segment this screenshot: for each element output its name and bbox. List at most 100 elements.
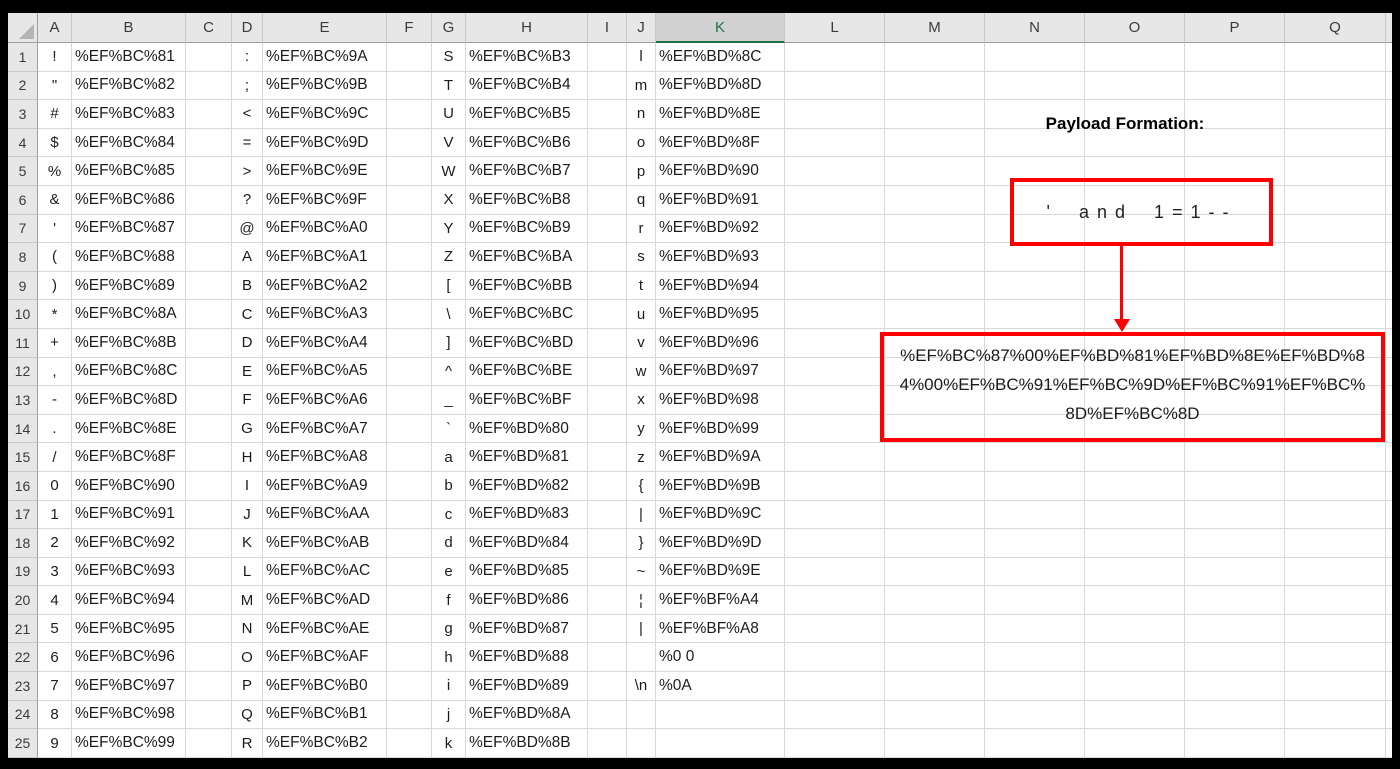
col-header-O[interactable]: O [1085,13,1185,43]
cell-J21[interactable]: | [627,614,656,644]
cell-D24[interactable]: Q [232,700,263,730]
cell-O24[interactable] [1085,700,1185,730]
cell-M25[interactable] [885,729,985,758]
cell-F16[interactable] [387,471,432,501]
cell-I15[interactable] [588,443,627,472]
cell-Q6[interactable] [1285,185,1386,215]
cell-Q17[interactable] [1285,500,1386,530]
cell-D9[interactable]: B [232,271,263,301]
cell-O1[interactable] [1085,43,1185,72]
cell-L16[interactable] [785,471,885,501]
cell-B24[interactable]: %EF%BC%98 [72,700,186,730]
cell-N18[interactable] [985,529,1085,558]
cell-H8[interactable]: %EF%BC%BA [466,243,588,272]
cell-N16[interactable] [985,471,1085,501]
cell-C11[interactable] [186,328,232,358]
row-header-11[interactable]: 11 [8,328,38,358]
cell-A22[interactable]: 6 [38,643,72,673]
cell-F5[interactable] [387,157,432,186]
cell-P23[interactable] [1185,672,1285,701]
row-header-15[interactable]: 15 [8,443,38,472]
col-header-N[interactable]: N [985,13,1085,43]
cell-C4[interactable] [186,128,232,158]
cell-F17[interactable] [387,500,432,530]
cell-P8[interactable] [1185,243,1285,272]
cell-B14[interactable]: %EF%BC%8E [72,414,186,444]
cell-J5[interactable]: p [627,157,656,186]
col-header-Q[interactable]: Q [1285,13,1386,43]
cell-P2[interactable] [1185,71,1285,101]
cell-G19[interactable]: e [432,557,466,587]
col-header-J[interactable]: J [627,13,656,43]
cell-G25[interactable]: k [432,729,466,758]
cell-H7[interactable]: %EF%BC%B9 [466,214,588,244]
cell-L12[interactable] [785,357,885,387]
cell-L15[interactable] [785,443,885,472]
cell-C18[interactable] [186,529,232,558]
cell-C8[interactable] [186,243,232,272]
cell-G14[interactable]: ` [432,414,466,444]
cell-L21[interactable] [785,614,885,644]
cell-A24[interactable]: 8 [38,700,72,730]
cell-D15[interactable]: H [232,443,263,472]
cell-O9[interactable] [1085,271,1185,301]
cell-L5[interactable] [785,157,885,186]
cell-A13[interactable]: - [38,386,72,415]
cell-O20[interactable] [1085,586,1185,615]
cell-J12[interactable]: w [627,357,656,387]
cell-J1[interactable]: l [627,43,656,72]
cell-J13[interactable]: x [627,386,656,415]
cell-G7[interactable]: Y [432,214,466,244]
cell-Q10[interactable] [1285,300,1386,329]
cell-B12[interactable]: %EF%BC%8C [72,357,186,387]
cell-Q8[interactable] [1285,243,1386,272]
cell-F10[interactable] [387,300,432,329]
cell-P24[interactable] [1185,700,1285,730]
cell-I17[interactable] [588,500,627,530]
row-header-2[interactable]: 2 [8,71,38,101]
cell-I8[interactable] [588,243,627,272]
cell-N23[interactable] [985,672,1085,701]
cell-A16[interactable]: 0 [38,471,72,501]
cell-G3[interactable]: U [432,100,466,129]
cell-B25[interactable]: %EF%BC%99 [72,729,186,758]
cell-E10[interactable]: %EF%BC%A3 [263,300,387,329]
cell-I12[interactable] [588,357,627,387]
cell-O16[interactable] [1085,471,1185,501]
cell-I25[interactable] [588,729,627,758]
row-header-13[interactable]: 13 [8,386,38,415]
cell-H13[interactable]: %EF%BC%BF [466,386,588,415]
cell-M18[interactable] [885,529,985,558]
cell-C3[interactable] [186,100,232,129]
cell-K6[interactable]: %EF%BD%91 [656,185,785,215]
cell-K7[interactable]: %EF%BD%92 [656,214,785,244]
cell-O21[interactable] [1085,614,1185,644]
cell-C7[interactable] [186,214,232,244]
cell-P22[interactable] [1185,643,1285,673]
cell-G9[interactable]: [ [432,271,466,301]
cell-H2[interactable]: %EF%BC%B4 [466,71,588,101]
cell-A20[interactable]: 4 [38,586,72,615]
cell-C12[interactable] [186,357,232,387]
cell-E19[interactable]: %EF%BC%AC [263,557,387,587]
cell-H12[interactable]: %EF%BC%BE [466,357,588,387]
row-header-1[interactable]: 1 [8,43,38,72]
cell-Q25[interactable] [1285,729,1386,758]
cell-B3[interactable]: %EF%BC%83 [72,100,186,129]
cell-E13[interactable]: %EF%BC%A6 [263,386,387,415]
cell-I23[interactable] [588,672,627,701]
cell-K8[interactable]: %EF%BD%93 [656,243,785,272]
cell-Q2[interactable] [1285,71,1386,101]
cell-A8[interactable]: ( [38,243,72,272]
cell-O10[interactable] [1085,300,1185,329]
cell-H21[interactable]: %EF%BD%87 [466,614,588,644]
cell-B4[interactable]: %EF%BC%84 [72,128,186,158]
cell-A6[interactable]: & [38,185,72,215]
cell-A2[interactable]: " [38,71,72,101]
cell-G13[interactable]: _ [432,386,466,415]
cell-I21[interactable] [588,614,627,644]
cell-G5[interactable]: W [432,157,466,186]
cell-H23[interactable]: %EF%BD%89 [466,672,588,701]
cell-M20[interactable] [885,586,985,615]
cell-Q23[interactable] [1285,672,1386,701]
